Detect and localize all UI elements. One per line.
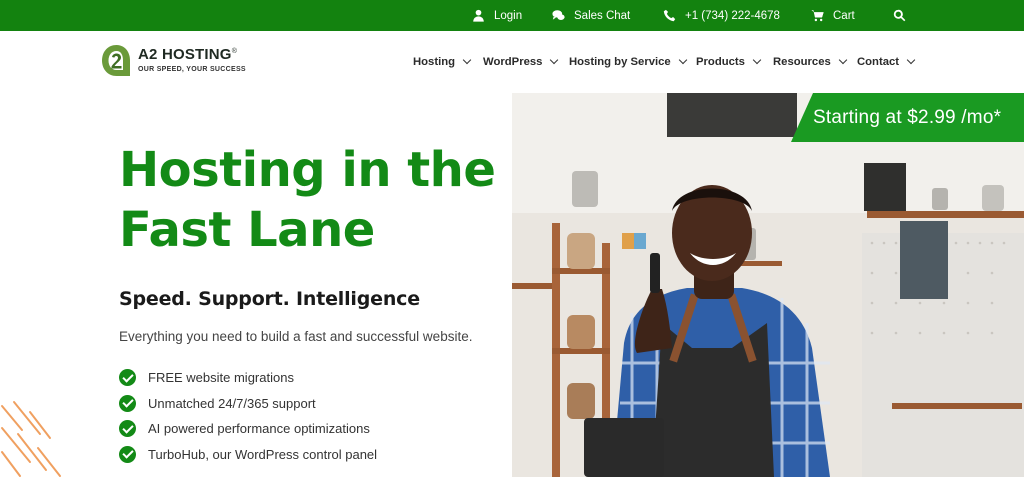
sales-chat-link[interactable]: Sales Chat <box>552 0 630 31</box>
logo-tagline: OUR SPEED, YOUR SUCCESS <box>138 66 246 73</box>
nav-item-resources[interactable]: Resources <box>773 31 848 93</box>
feature-text: TurboHub, our WordPress control panel <box>148 446 378 462</box>
nav-label: Hosting <box>413 56 456 68</box>
price-banner[interactable]: Starting at $2.99 /mo* <box>791 93 1024 142</box>
hero-photo <box>512 93 1024 477</box>
nav-item-wordpress[interactable]: WordPress <box>483 31 559 93</box>
user-icon <box>473 9 484 22</box>
speed-lines-decoration <box>1 401 61 477</box>
login-label: Login <box>494 9 523 22</box>
chevron-down-icon <box>838 55 848 65</box>
nav-item-hosting[interactable]: Hosting <box>413 31 472 93</box>
nav-label: Products <box>696 56 745 68</box>
feature-item: AI powered performance optimizations <box>119 416 377 442</box>
phone-link[interactable]: +1 (734) 222-4678 <box>663 0 780 31</box>
a2-hosting-logo[interactable]: A2 HOSTING® OUR SPEED, YOUR SUCCESS <box>101 44 271 80</box>
search-icon <box>893 9 906 22</box>
chevron-down-icon <box>550 55 559 65</box>
nav-item-products[interactable]: Products <box>696 31 762 93</box>
main-navigation: A2 HOSTING® OUR SPEED, YOUR SUCCESS Host… <box>0 31 1024 93</box>
cafe-person-illustration <box>512 93 1024 477</box>
login-link[interactable]: Login <box>472 0 522 31</box>
nav-label: Contact <box>857 56 900 68</box>
nav-label: WordPress <box>483 56 543 68</box>
sales-chat-label: Sales Chat <box>574 9 631 22</box>
search-button[interactable] <box>893 0 906 31</box>
cart-link[interactable]: Cart <box>811 0 855 31</box>
nav-item-contact[interactable]: Contact <box>857 31 916 93</box>
phone-icon <box>663 9 676 22</box>
feature-text: Unmatched 24/7/365 support <box>148 395 316 411</box>
feature-text: FREE website migrations <box>148 370 294 386</box>
hero-description: Everything you need to build a fast and … <box>119 329 473 344</box>
chevron-down-icon <box>906 55 916 65</box>
chevron-down-icon <box>678 55 687 65</box>
top-utility-bar: Login Sales Chat +1 (734) 222-4678 Cart <box>0 0 1024 31</box>
check-icon <box>119 420 136 438</box>
nav-item-hosting-by-service[interactable]: Hosting by Service <box>569 31 687 93</box>
cart-label: Cart <box>833 9 855 22</box>
phone-number: +1 (734) 222-4678 <box>685 9 780 22</box>
nav-label: Hosting by Service <box>569 56 671 68</box>
feature-item: Unmatched 24/7/365 support <box>119 391 377 417</box>
chevron-down-icon <box>462 55 472 65</box>
hero-subtitle: Speed. Support. Intelligence <box>119 288 420 310</box>
feature-item: TurboHub, our WordPress control panel <box>119 442 377 468</box>
feature-list: FREE website migrations Unmatched 24/7/3… <box>119 365 377 467</box>
chevron-down-icon <box>752 55 762 65</box>
feature-text: AI powered performance optimizations <box>148 421 370 437</box>
check-icon <box>119 445 136 463</box>
hero-title: Hosting in the Fast Lane <box>119 142 496 258</box>
a2-logo-mark <box>102 45 130 76</box>
nav-label: Resources <box>773 56 831 68</box>
chat-icon <box>552 10 565 20</box>
check-icon <box>119 394 136 412</box>
feature-item: FREE website migrations <box>119 365 377 391</box>
logo-name: A2 HOSTING® <box>138 46 238 63</box>
check-icon <box>119 369 136 387</box>
cart-icon <box>811 10 824 22</box>
